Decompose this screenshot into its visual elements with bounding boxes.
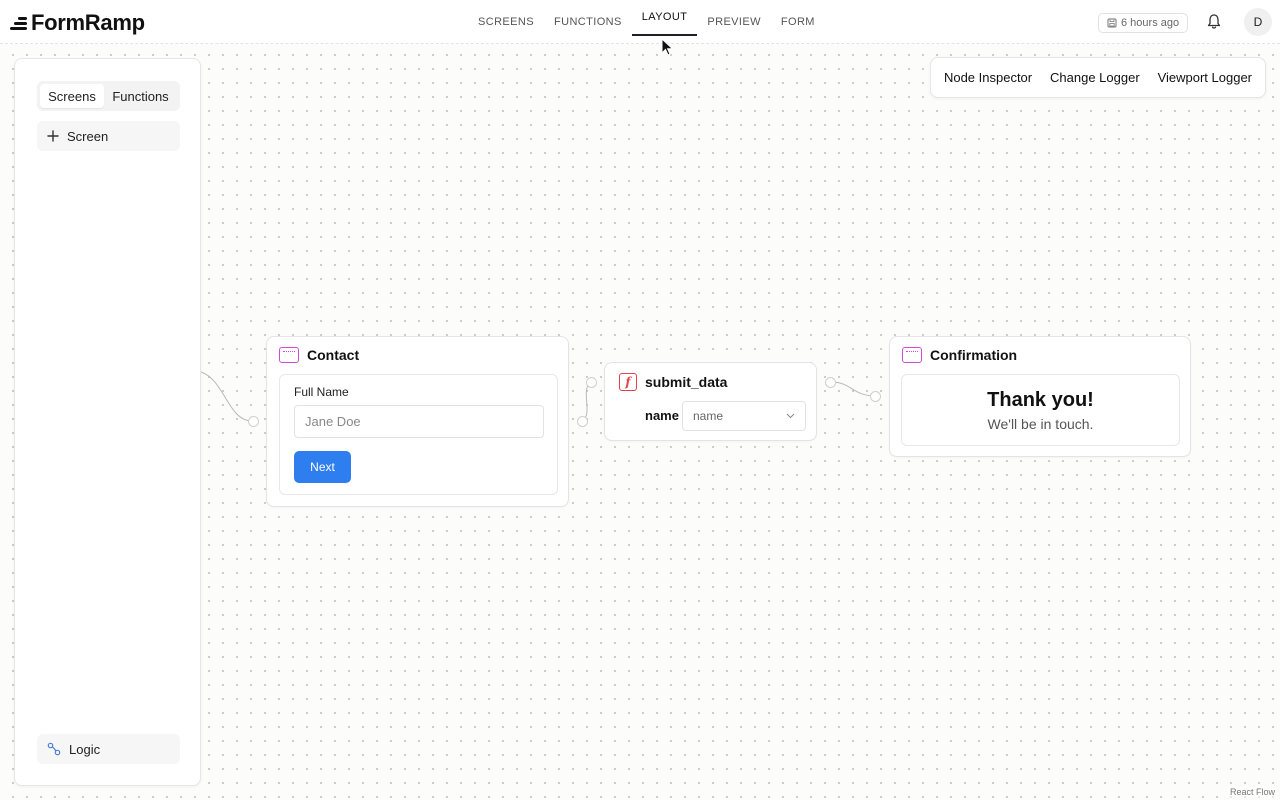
left-sidebar: Screens Functions Screen Logic xyxy=(14,58,201,786)
full-name-label: Full Name xyxy=(294,385,349,399)
saved-status-text: 6 hours ago xyxy=(1121,17,1180,29)
main-nav: SCREENS FUNCTIONS LAYOUT PREVIEW FORM xyxy=(468,0,825,44)
submit-data-function-node[interactable]: f submit_data name name xyxy=(604,362,817,441)
screen-icon xyxy=(279,347,299,363)
saved-status-badge: 6 hours ago xyxy=(1098,13,1189,33)
viewport-logger-button[interactable]: Viewport Logger xyxy=(1154,70,1256,85)
node-inspector-button[interactable]: Node Inspector xyxy=(940,70,1036,85)
confirmation-node-title: Confirmation xyxy=(930,347,1018,363)
function-node-title: submit_data xyxy=(645,374,728,390)
top-bar: FormRamp SCREENS FUNCTIONS LAYOUT PREVIE… xyxy=(0,0,1280,44)
change-logger-button[interactable]: Change Logger xyxy=(1046,70,1144,85)
logic-icon xyxy=(47,742,61,756)
function-node-header: f submit_data xyxy=(619,373,727,391)
mouse-cursor-icon xyxy=(661,38,674,56)
param-name-select[interactable]: name xyxy=(682,401,806,431)
dev-tools-panel: Node Inspector Change Logger Viewport Lo… xyxy=(930,57,1266,98)
contact-output-handle[interactable] xyxy=(577,416,588,427)
full-name-input[interactable] xyxy=(294,405,544,438)
param-name-label: name xyxy=(645,408,679,423)
thank-you-heading: Thank you! xyxy=(987,389,1094,411)
chevron-down-icon xyxy=(786,413,795,419)
contact-input-handle[interactable] xyxy=(248,416,259,427)
function-input-handle[interactable] xyxy=(586,377,597,388)
nav-layout[interactable]: LAYOUT xyxy=(631,0,698,36)
react-flow-attribution[interactable]: React Flow xyxy=(1226,786,1278,798)
tab-screens[interactable]: Screens xyxy=(40,84,104,108)
logic-button[interactable]: Logic xyxy=(37,734,180,764)
thank-you-subtext: We'll be in touch. xyxy=(987,416,1094,432)
confirmation-screen-node[interactable]: Confirmation Thank you! We'll be in touc… xyxy=(889,336,1191,457)
nav-form[interactable]: FORM xyxy=(771,0,825,44)
confirmation-input-handle[interactable] xyxy=(870,391,881,402)
nav-functions[interactable]: FUNCTIONS xyxy=(544,0,632,44)
save-icon xyxy=(1107,18,1117,28)
plus-icon xyxy=(47,130,59,142)
function-icon: f xyxy=(619,373,637,391)
logo-icon xyxy=(10,14,28,32)
function-output-handle[interactable] xyxy=(825,377,836,388)
brand-name: FormRamp xyxy=(31,10,145,35)
add-screen-label: Screen xyxy=(67,128,109,144)
add-screen-button[interactable]: Screen xyxy=(37,121,180,151)
sidebar-tab-switcher: Screens Functions xyxy=(37,81,180,111)
tab-functions[interactable]: Functions xyxy=(104,84,177,108)
contact-form-preview: Full Name Next xyxy=(279,374,558,495)
next-button[interactable]: Next xyxy=(294,451,351,483)
screen-icon xyxy=(902,347,922,363)
param-name-select-value: name xyxy=(693,409,724,423)
bell-icon[interactable] xyxy=(1206,13,1222,31)
contact-node-header: Contact xyxy=(279,347,359,363)
brand-logo[interactable]: FormRamp xyxy=(10,10,145,36)
logic-label: Logic xyxy=(69,741,101,757)
nav-screens[interactable]: SCREENS xyxy=(468,0,544,44)
nav-preview[interactable]: PREVIEW xyxy=(697,0,771,44)
contact-node-title: Contact xyxy=(307,347,360,363)
user-avatar[interactable]: D xyxy=(1244,8,1272,36)
edge-into-contact xyxy=(200,371,254,422)
confirmation-preview: Thank you! We'll be in touch. xyxy=(901,374,1180,446)
confirmation-node-header: Confirmation xyxy=(902,347,1017,363)
contact-screen-node[interactable]: Contact Full Name Next xyxy=(266,336,569,507)
